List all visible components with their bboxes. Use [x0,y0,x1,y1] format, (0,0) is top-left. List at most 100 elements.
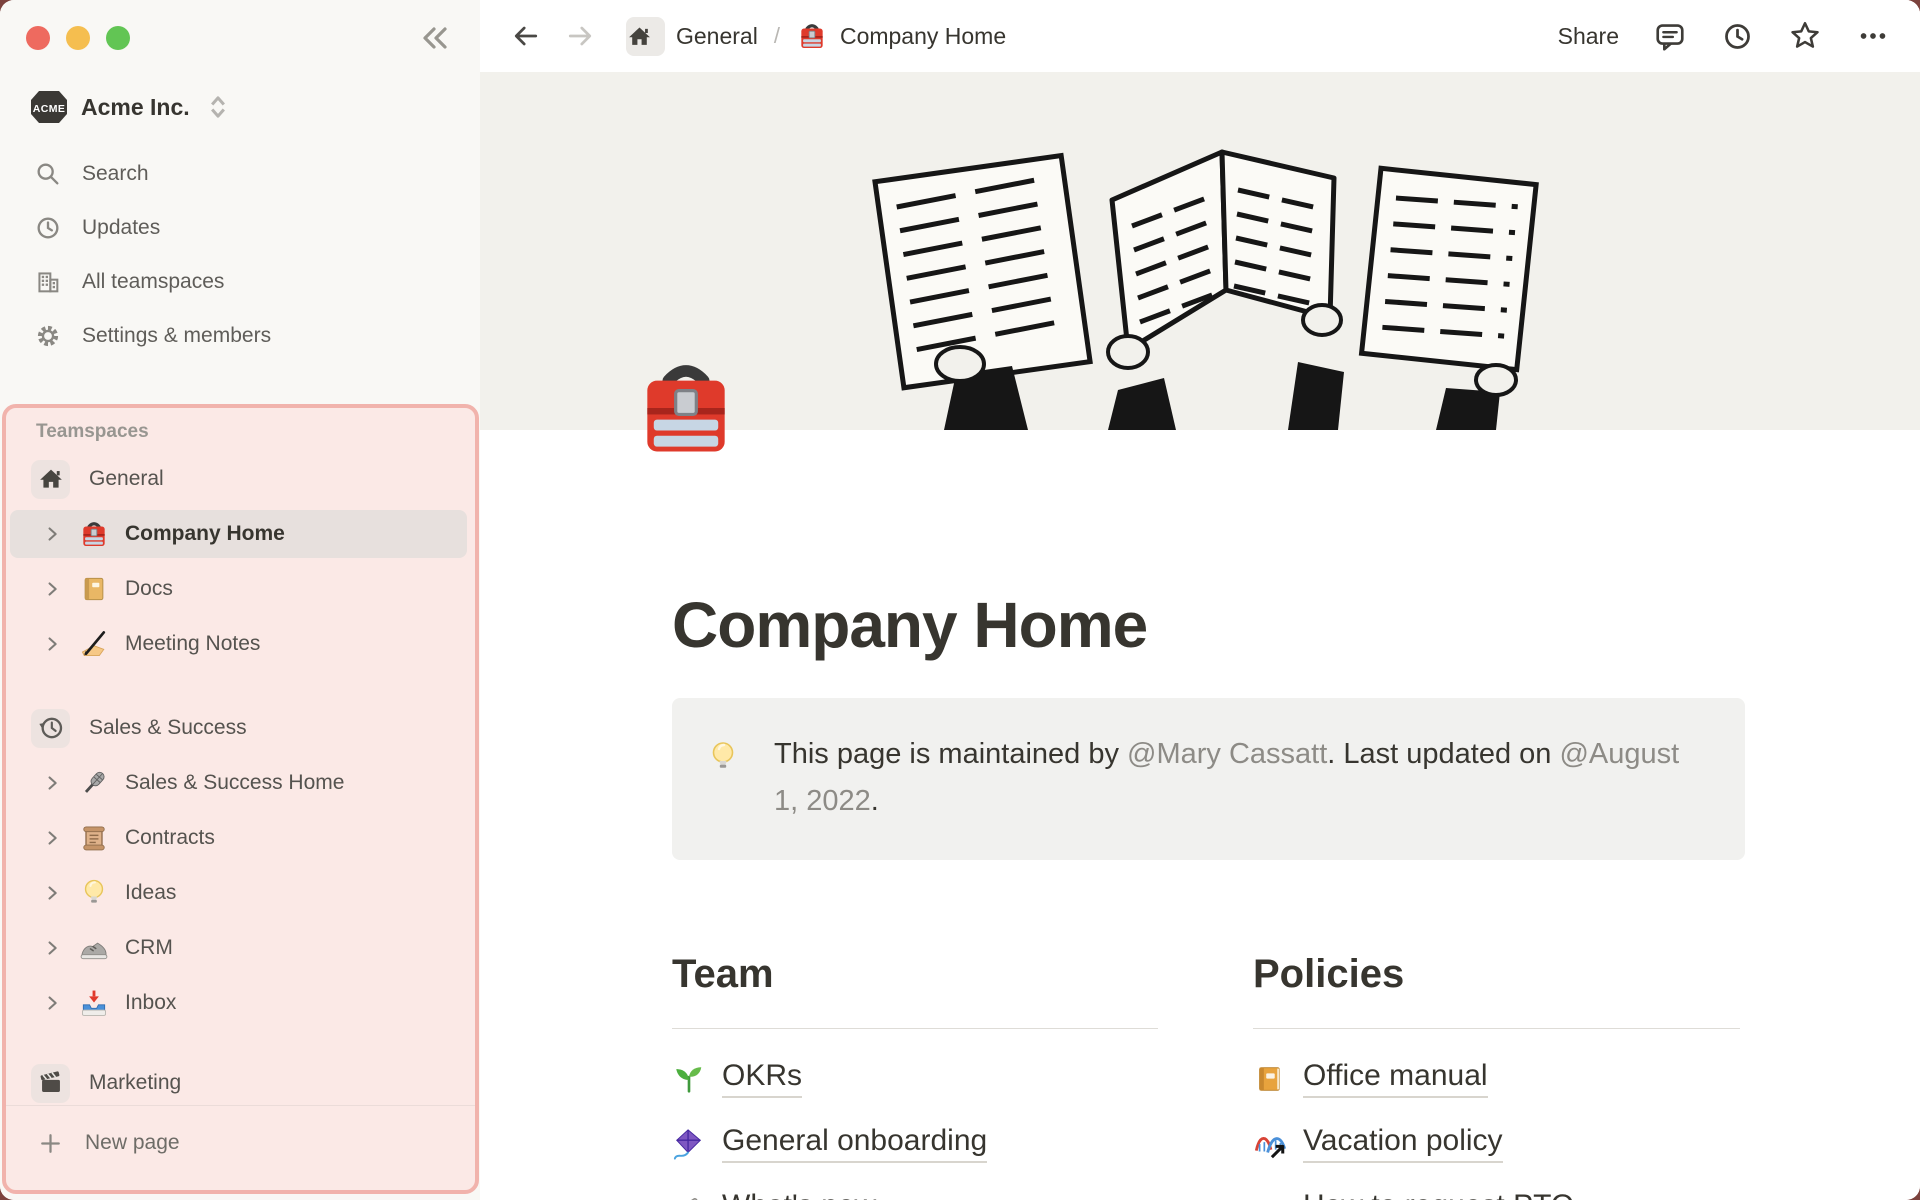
page-link-whats-new[interactable]: What's new [672,1176,1158,1200]
sidebar-item-settings-members[interactable]: Settings & members [8,314,470,358]
comments-icon[interactable] [1653,19,1687,53]
collapse-sidebar-button[interactable] [414,18,454,58]
chevron-right-icon[interactable] [41,937,63,959]
sidebar-item-docs[interactable]: Docs [10,565,467,613]
clock-icon [34,214,62,242]
acme-logo-icon [30,90,68,124]
inbox-tray-icon [78,987,110,1019]
seedling-icon [672,1062,706,1096]
sidebar-item-meeting-notes[interactable]: Meeting Notes [10,620,467,668]
page-icon-toolbox[interactable] [628,350,744,466]
sidebar-item-inbox[interactable]: Inbox [10,979,467,1027]
breadcrumb: General / Company Home [596,16,1006,56]
teamspaces-section-label: Teamspaces [36,421,149,442]
zoom-window-button[interactable] [106,26,130,50]
gear-icon [34,322,62,350]
callout-block[interactable]: This page is maintained by @Mary Cassatt… [672,698,1745,860]
lightbulb-icon [705,739,741,775]
newspapers-illustration [872,149,1539,430]
sidebar-item-search[interactable]: Search [8,152,470,196]
page-content: Company Home This page is maintained by … [480,585,1745,1200]
notion-app-window: Acme Inc. Search Updates All teamspaces … [0,0,1920,1200]
sidebar: Acme Inc. Search Updates All teamspaces … [0,0,480,1200]
chevron-right-icon[interactable] [41,992,63,1014]
mention-mary-cassatt[interactable]: @Mary Cassatt [1127,738,1327,770]
page-title[interactable]: Company Home [672,585,1745,665]
chevron-right-icon[interactable] [41,827,63,849]
column-team: Team OKRs General onboarding What's new [672,950,1158,1200]
sidebar-item-sales-success-home[interactable]: Sales & Success Home [10,759,467,807]
sidebar-item-label: Settings & members [82,324,272,347]
search-icon [34,160,62,188]
sidebar-item-updates[interactable]: Updates [8,206,470,250]
chevron-right-icon[interactable] [41,882,63,904]
page-link-okrs[interactable]: OKRs [672,1046,1158,1111]
sidebar-item-crm[interactable]: CRM [10,924,467,972]
divider [672,1028,1158,1029]
orange-book-icon [1253,1062,1287,1096]
sidebar-item-ideas[interactable]: Ideas [10,869,467,917]
new-page-button[interactable]: New page [10,1119,467,1167]
breadcrumb-item-company-home[interactable]: Company Home [840,23,1006,50]
sidebar-item-label: Updates [82,216,161,239]
scroll-icon [78,822,110,854]
divider [1253,1028,1740,1029]
sidebar-item-label: Search [82,162,149,185]
sneaker-icon [78,932,110,964]
column-policies: Policies Office manual Vacation policy H… [1253,950,1740,1200]
breadcrumb-separator: / [773,23,780,48]
page-link-office-manual[interactable]: Office manual [1253,1046,1740,1111]
writing-hand-icon [78,628,110,660]
favorite-star-icon[interactable] [1788,19,1822,53]
clapper-board-icon [31,1063,70,1103]
sidebar-item-general[interactable]: General [10,455,467,503]
breadcrumb-item-general[interactable]: General [676,23,758,50]
sidebar-item-sales-success[interactable]: Sales & Success [10,704,467,752]
page-columns: Team OKRs General onboarding What's new [672,950,1745,1200]
workspace-switcher[interactable]: Acme Inc. [30,90,233,124]
sidebar-item-company-home[interactable]: Company Home [10,510,467,558]
switcher-chevrons-icon [203,92,233,122]
building-icon [34,268,62,296]
sidebar-item-label: All teamspaces [82,270,225,293]
main-area: General / Company Home Share Company Hom… [480,0,1920,1200]
plus-icon [37,1130,64,1157]
chevrons-left-icon [416,20,452,56]
house-icon[interactable] [626,16,665,56]
microphone-icon [78,767,110,799]
chevron-right-icon[interactable] [41,578,63,600]
topbar: General / Company Home Share [480,0,1920,72]
rolled-newspaper-icon [672,1192,706,1200]
sidebar-nav: Search Updates All teamspaces Settings &… [0,152,480,368]
column-heading: Team [672,952,774,996]
page-link-how-to-request-pto[interactable]: How to request PTO [1253,1176,1740,1200]
back-button[interactable] [510,20,542,52]
toolbox-icon [78,518,110,550]
column-heading: Policies [1253,952,1405,996]
close-window-button[interactable] [26,26,50,50]
toolbox-icon [796,20,828,52]
sidebar-item-all-teamspaces[interactable]: All teamspaces [8,260,470,304]
teamspaces-highlight-region: Teamspaces General Company Home Docs Mee… [2,404,479,1194]
roller-coaster-link-icon [1253,1127,1287,1161]
cloud-icon [1253,1192,1287,1200]
more-options-icon[interactable] [1856,19,1890,53]
sidebar-item-marketing[interactable]: Marketing [10,1059,467,1107]
kite-icon [672,1127,706,1161]
history-clock-icon[interactable] [1721,20,1754,53]
chevron-right-icon[interactable] [41,772,63,794]
notebook-icon [78,573,110,605]
sidebar-item-contracts[interactable]: Contracts [10,814,467,862]
workspace-name: Acme Inc. [81,93,190,120]
callout-text: This page is maintained by @Mary Cassatt… [774,738,1680,817]
minimize-window-button[interactable] [66,26,90,50]
chevron-right-icon[interactable] [41,633,63,655]
page-link-vacation-policy[interactable]: Vacation policy [1253,1111,1740,1176]
lightbulb-icon [78,877,110,909]
page-link-general-onboarding[interactable]: General onboarding [672,1111,1158,1176]
house-icon [31,459,70,499]
forward-button[interactable] [564,20,596,52]
share-button[interactable]: Share [1558,23,1619,50]
chevron-right-icon[interactable] [41,523,63,545]
sidebar-footer: New page [6,1105,475,1190]
